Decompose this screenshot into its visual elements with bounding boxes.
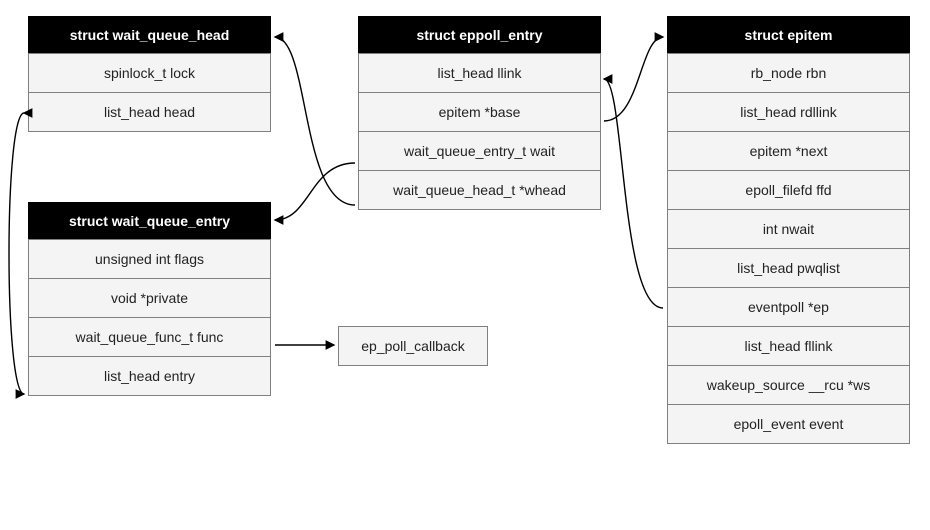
struct-field: epitem *next [667, 131, 910, 171]
struct-field: rb_node rbn [667, 53, 910, 93]
callback-box: ep_poll_callback [338, 326, 488, 366]
struct-wait-queue-entry: struct wait_queue_entry unsigned int fla… [28, 202, 271, 396]
struct-field: list_head rdllink [667, 92, 910, 132]
struct-field: wait_queue_func_t func [28, 317, 271, 357]
struct-field: epoll_filefd ffd [667, 170, 910, 210]
struct-header: struct wait_queue_head [28, 16, 271, 54]
callback-label: ep_poll_callback [361, 338, 465, 354]
struct-field: epoll_event event [667, 404, 910, 444]
struct-field: wait_queue_head_t *whead [358, 170, 601, 210]
struct-field: epitem *base [358, 92, 601, 132]
struct-eppoll-entry: struct eppoll_entry list_head llink epit… [358, 16, 601, 210]
struct-field: void *private [28, 278, 271, 318]
struct-field: eventpoll *ep [667, 287, 910, 327]
struct-field: list_head fllink [667, 326, 910, 366]
struct-field: spinlock_t lock [28, 53, 271, 93]
struct-field: int nwait [667, 209, 910, 249]
struct-header: struct wait_queue_entry [28, 202, 271, 240]
struct-field: wait_queue_entry_t wait [358, 131, 601, 171]
struct-wait-queue-head: struct wait_queue_head spinlock_t lock l… [28, 16, 271, 132]
struct-field: unsigned int flags [28, 239, 271, 279]
struct-field: list_head llink [358, 53, 601, 93]
struct-header: struct epitem [667, 16, 910, 54]
struct-field: list_head head [28, 92, 271, 132]
struct-field: list_head entry [28, 356, 271, 396]
struct-epitem: struct epitem rb_node rbn list_head rdll… [667, 16, 910, 444]
struct-field: list_head pwqlist [667, 248, 910, 288]
struct-field: wakeup_source __rcu *ws [667, 365, 910, 405]
struct-header: struct eppoll_entry [358, 16, 601, 54]
